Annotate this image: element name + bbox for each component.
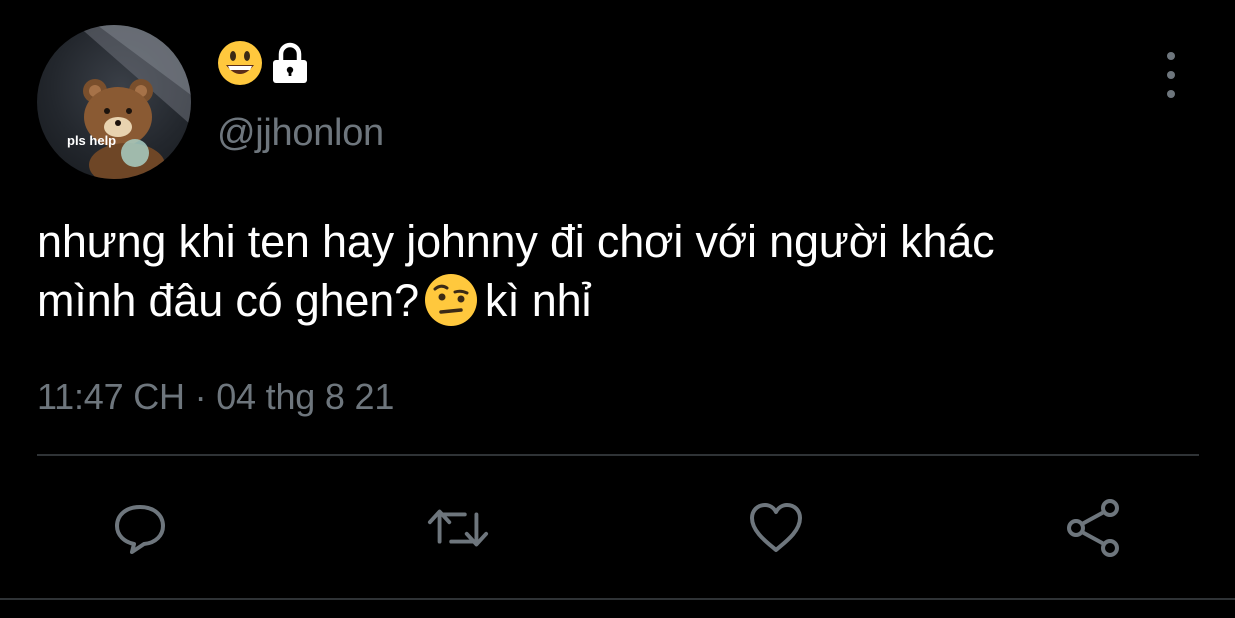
avatar-bear-image	[77, 25, 191, 179]
like-icon	[750, 503, 802, 552]
avatar-caption: pls help	[67, 133, 117, 148]
bottom-divider	[0, 598, 1235, 600]
reply-button[interactable]	[108, 496, 172, 560]
lock-icon	[270, 41, 310, 90]
tweet-timestamp[interactable]: 11:47 CH · 04 thg 8 21	[37, 376, 394, 418]
tweet-text-line-2-end: kì nhỉ	[484, 275, 592, 326]
like-button[interactable]	[744, 496, 808, 560]
reply-icon	[115, 505, 165, 554]
more-dot-icon	[1167, 90, 1175, 98]
face-with-raised-eyebrow-emoji-icon	[423, 272, 479, 342]
retweet-icon	[427, 509, 489, 547]
tweet-detail-screen: pls help @jjhonlon nhưng khi ten hay joh…	[0, 0, 1235, 618]
tweet-text-line-1: nhưng khi ten hay johnny đi chơi với ngư…	[37, 216, 995, 267]
more-dot-icon	[1167, 71, 1175, 79]
retweet-button[interactable]	[426, 496, 490, 560]
user-handle[interactable]: @jjhonlon	[217, 112, 384, 155]
action-bar	[0, 496, 1235, 560]
divider	[37, 454, 1199, 456]
tweet-text: nhưng khi ten hay johnny đi chơi với ngư…	[37, 212, 1207, 342]
tweet-text-line-2: mình đâu có ghen? kì nhỉ	[37, 271, 1207, 342]
grinning-face-emoji-icon	[216, 39, 264, 92]
display-name[interactable]	[216, 40, 310, 90]
share-icon	[1067, 499, 1119, 557]
more-options-button[interactable]	[1156, 52, 1186, 98]
avatar[interactable]: pls help	[37, 25, 191, 179]
more-dot-icon	[1167, 52, 1175, 60]
tweet-text-line-2-start: mình đâu có ghen?	[37, 275, 419, 326]
share-button[interactable]	[1062, 496, 1126, 560]
